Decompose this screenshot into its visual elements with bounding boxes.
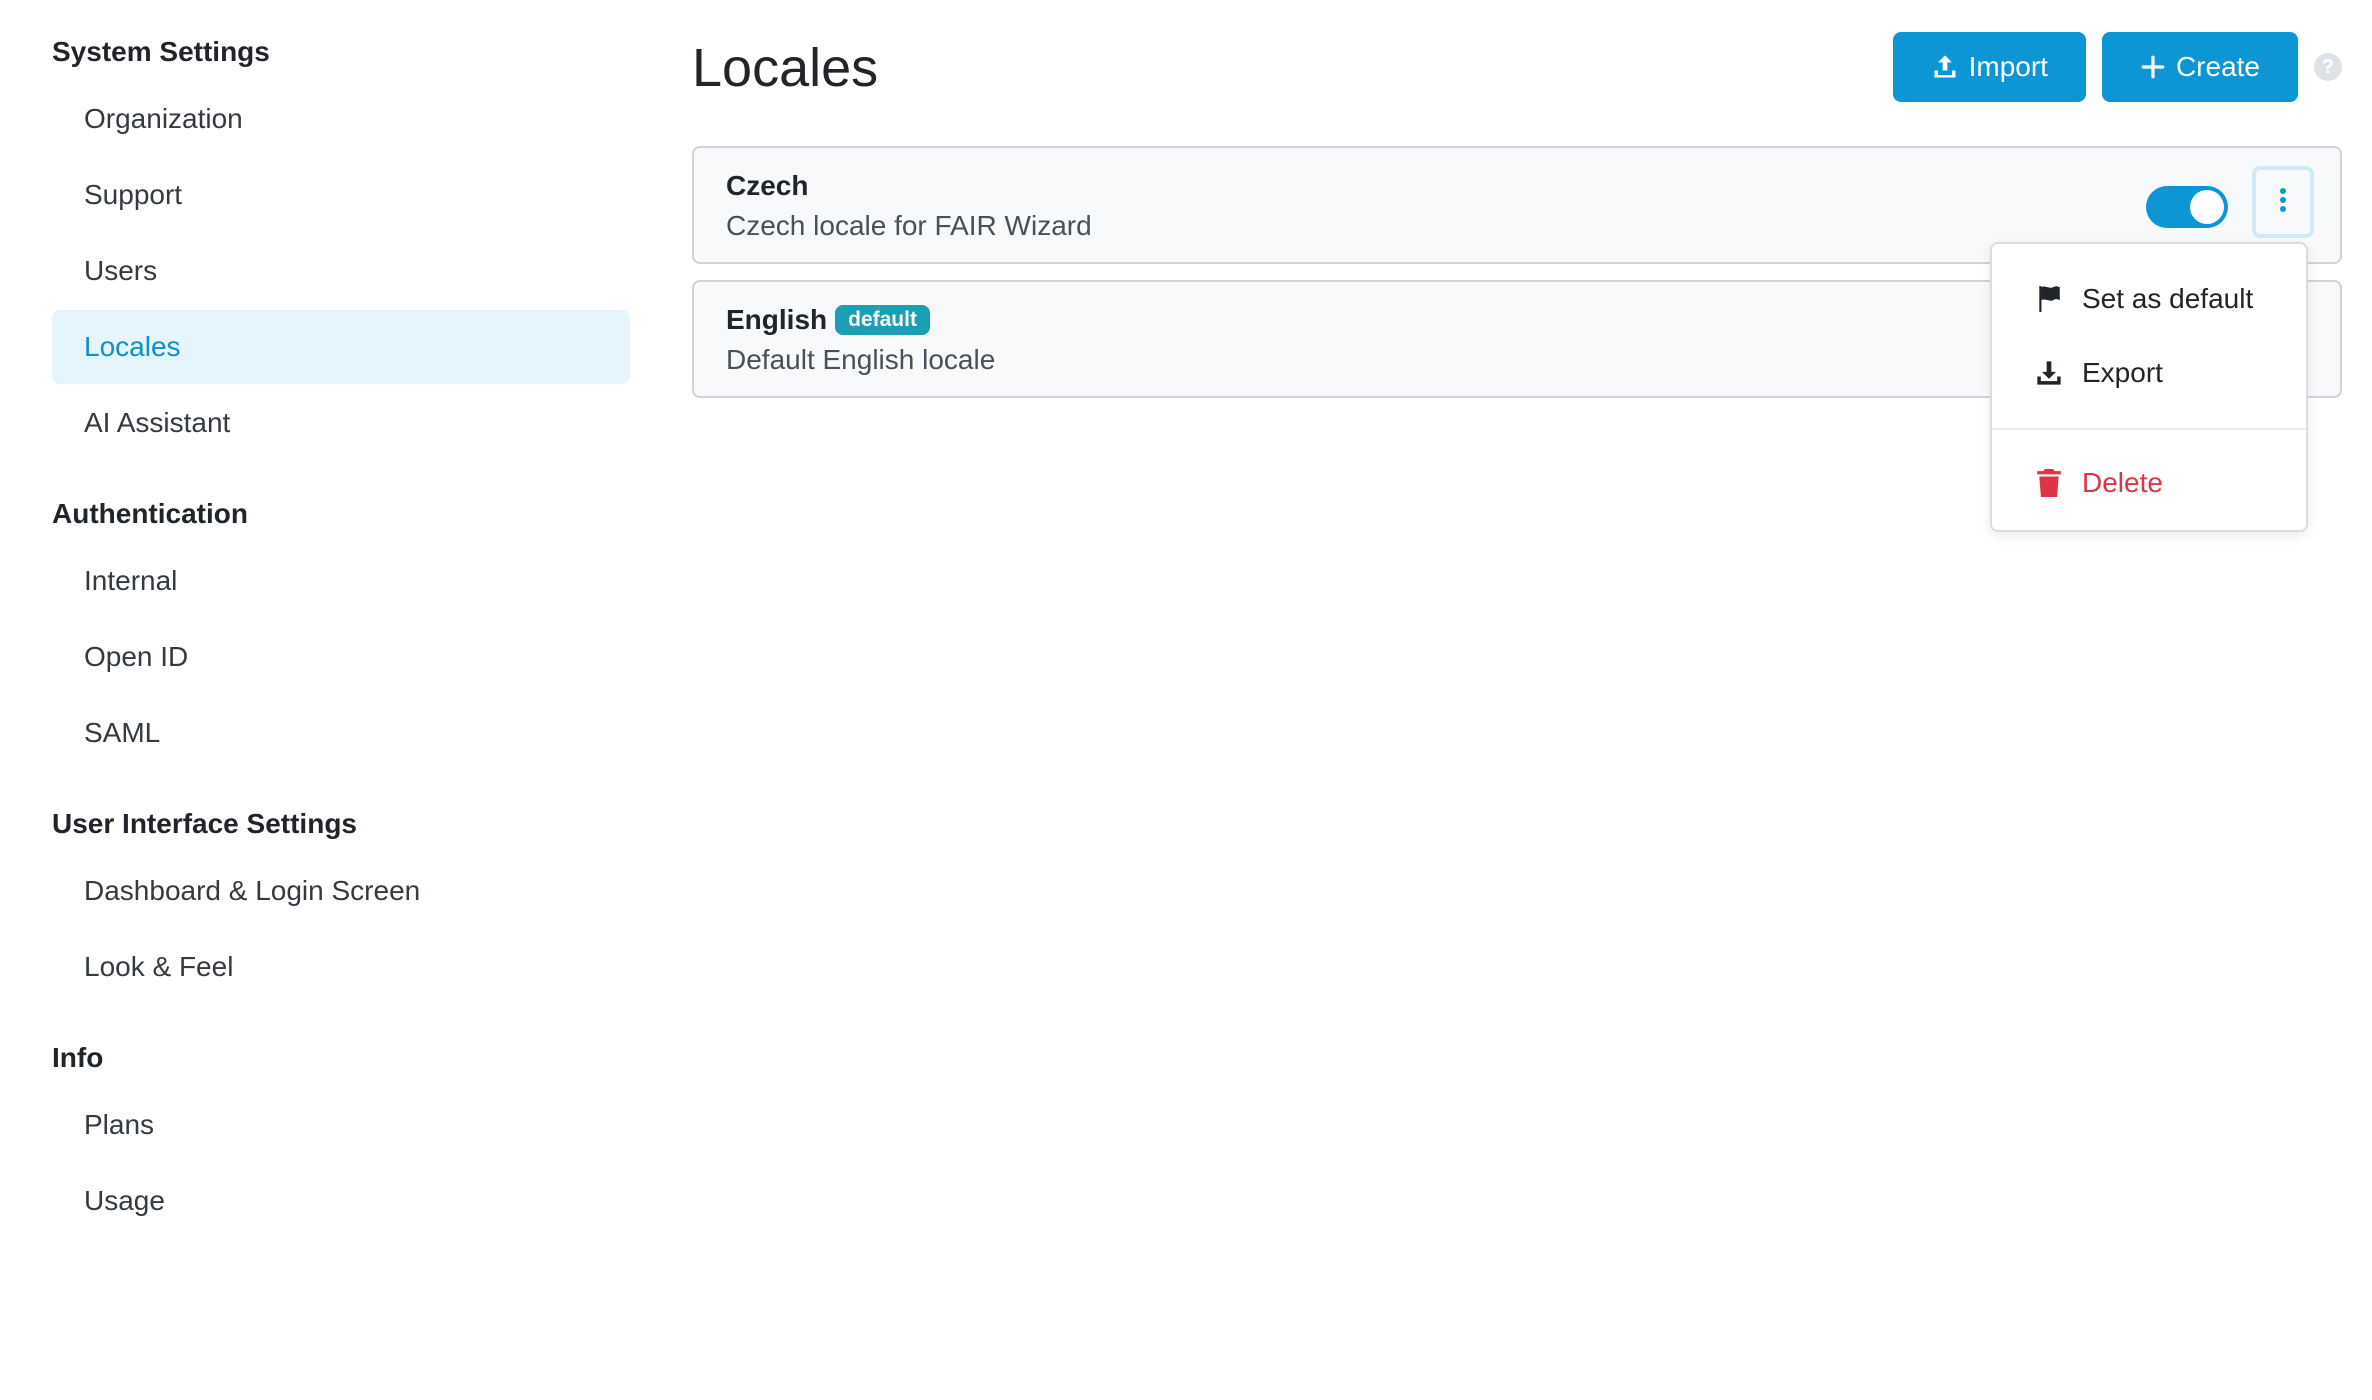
locale-description: Czech locale for FAIR Wizard — [726, 210, 1092, 241]
toggle-knob — [2190, 190, 2224, 224]
download-icon — [2034, 359, 2064, 387]
sidebar-item-saml[interactable]: SAML — [52, 696, 630, 770]
menu-item-export[interactable]: Export — [1992, 336, 2306, 410]
sidebar-item-users[interactable]: Users — [52, 234, 630, 308]
locale-actions-button[interactable] — [2252, 166, 2314, 238]
trash-icon — [2034, 469, 2064, 497]
sidebar-heading: User Interface Settings — [52, 808, 357, 839]
sidebar-group-system-settings: System Settings Organization Support Use… — [52, 30, 630, 460]
sidebar-item-ai-assistant[interactable]: AI Assistant — [52, 386, 630, 460]
sidebar-group-info: Info Plans Usage — [52, 1036, 630, 1238]
sidebar-item-organization[interactable]: Organization — [52, 82, 630, 156]
menu-divider — [1992, 428, 2306, 430]
create-label: Create — [2175, 51, 2260, 82]
menu-item-label: Set as default — [2082, 283, 2254, 314]
menu-item-label: Delete — [2082, 467, 2163, 498]
import-button[interactable]: Import — [1892, 32, 2086, 102]
sidebar-item-locales[interactable]: Locales — [52, 310, 630, 384]
sidebar-group-authentication: Authentication Internal Open ID SAML — [52, 492, 630, 770]
menu-item-label: Export — [2082, 357, 2163, 388]
sidebar-item-internal[interactable]: Internal — [52, 544, 630, 618]
menu-item-set-default[interactable]: Set as default — [1992, 262, 2306, 336]
locale-enabled-toggle[interactable] — [2146, 186, 2228, 228]
sidebar-heading: Authentication — [52, 498, 248, 529]
locale-name: English — [726, 304, 828, 335]
flag-icon — [2034, 285, 2064, 313]
sidebar-heading: Info — [52, 1042, 104, 1073]
header-actions: Import Create ? — [1877, 32, 2342, 102]
sidebar-item-look-feel[interactable]: Look & Feel — [52, 930, 630, 1004]
help-icon[interactable]: ? — [2314, 53, 2342, 81]
sidebar-item-plans[interactable]: Plans — [52, 1088, 630, 1162]
sidebar-item-dashboard-login[interactable]: Dashboard & Login Screen — [52, 854, 630, 928]
plus-icon — [2140, 54, 2166, 80]
locale-name: Czech — [726, 170, 809, 201]
sidebar-item-usage[interactable]: Usage — [52, 1164, 630, 1238]
locale-actions-menu: Set as default Export Delete — [1990, 242, 2308, 532]
import-label: Import — [1968, 51, 2048, 82]
page-title: Locales — [692, 38, 879, 98]
more-vertical-icon — [2279, 187, 2287, 218]
sidebar-group-ui-settings: User Interface Settings Dashboard & Logi… — [52, 802, 630, 1004]
sidebar: System Settings Organization Support Use… — [52, 30, 630, 1238]
sidebar-item-support[interactable]: Support — [52, 158, 630, 232]
menu-item-delete[interactable]: Delete — [1992, 446, 2306, 520]
default-badge: default — [835, 305, 930, 335]
upload-icon — [1931, 53, 1959, 81]
sidebar-item-open-id[interactable]: Open ID — [52, 620, 630, 694]
sidebar-heading: System Settings — [52, 36, 270, 67]
create-button[interactable]: Create — [2101, 32, 2298, 102]
